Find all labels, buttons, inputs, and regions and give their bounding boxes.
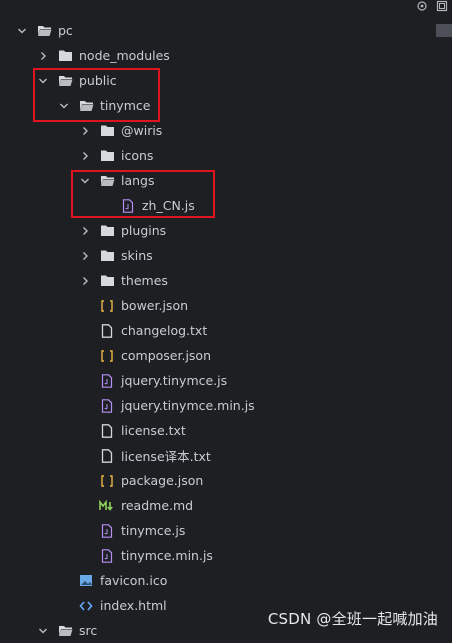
text-file-icon	[99, 423, 115, 439]
locate-icon[interactable]	[416, 0, 428, 12]
folder-row-pc[interactable]: pc	[0, 18, 452, 43]
chevron-right-icon[interactable]	[79, 125, 91, 137]
folder-row-node-modules[interactable]: node_modules	[0, 43, 452, 68]
folder-row-skins[interactable]: skins	[0, 243, 452, 268]
tree-item-label: src	[79, 623, 98, 638]
tree-item-label: favicon.ico	[100, 573, 168, 588]
file-row-license-txt[interactable]: license.txt	[0, 418, 452, 443]
tree-item-label: themes	[121, 273, 168, 288]
js-file-icon	[99, 548, 115, 564]
file-row-zh-cn-js[interactable]: zh_CN.js	[0, 193, 452, 218]
markdown-file-icon	[99, 498, 115, 514]
file-row-license-txt[interactable]: license译本.txt	[0, 443, 452, 468]
tree-item-label: icons	[121, 148, 154, 163]
folder-icon	[99, 223, 115, 239]
json-file-icon	[99, 348, 115, 364]
tree-item-label: package.json	[121, 473, 204, 488]
file-row-composer-json[interactable]: composer.json	[0, 343, 452, 368]
tree-item-label: plugins	[121, 223, 167, 238]
tree-item-label: node_modules	[79, 48, 170, 63]
folder-row-plugins[interactable]: plugins	[0, 218, 452, 243]
chevron-right-icon[interactable]	[79, 225, 91, 237]
explorer-toolbar	[416, 0, 452, 14]
folder-row-langs[interactable]: langs	[0, 168, 452, 193]
file-row-favicon-ico[interactable]: favicon.ico	[0, 568, 452, 593]
folder-icon	[99, 273, 115, 289]
collapse-icon[interactable]	[436, 0, 448, 12]
tree-item-label: tinymce.min.js	[121, 548, 213, 563]
file-row-bower-json[interactable]: bower.json	[0, 293, 452, 318]
highlight-public-tinymce	[33, 68, 160, 122]
file-row-tinymce-min-js[interactable]: tinymce.min.js	[0, 543, 452, 568]
watermark: CSDN @全班一起喊加油	[267, 610, 438, 628]
tree-item-label: changelog.txt	[121, 323, 208, 338]
folder-icon	[99, 123, 115, 139]
image-file-icon	[78, 573, 94, 589]
file-row-tinymce-js[interactable]: tinymce.js	[0, 518, 452, 543]
folder-row-themes[interactable]: themes	[0, 268, 452, 293]
tree-item-label: tinymce.js	[121, 523, 186, 538]
tree-item-label: @wiris	[121, 123, 163, 138]
folder-row-icons[interactable]: icons	[0, 143, 452, 168]
folder-icon	[57, 48, 73, 64]
tree-item-label: bower.json	[121, 298, 189, 313]
chevron-right-icon[interactable]	[79, 250, 91, 262]
highlight-langs	[71, 170, 215, 218]
tree-item-label: skins	[121, 248, 153, 263]
folder-open-icon	[57, 623, 73, 639]
folder-icon	[99, 148, 115, 164]
file-row-package-json[interactable]: package.json	[0, 468, 452, 493]
folder-icon	[99, 248, 115, 264]
tree-item-label: license.txt	[121, 423, 186, 438]
json-file-icon	[99, 298, 115, 314]
file-row-readme-md[interactable]: readme.md	[0, 493, 452, 518]
tree-item-label: jquery.tinymce.js	[121, 373, 228, 388]
folder-open-icon	[36, 23, 52, 39]
js-file-icon	[99, 523, 115, 539]
tree-item-label: composer.json	[121, 348, 212, 363]
chevron-right-icon[interactable]	[79, 275, 91, 287]
chevron-right-icon[interactable]	[37, 50, 49, 62]
tree-item-label: license译本.txt	[121, 449, 211, 464]
chevron-right-icon[interactable]	[79, 150, 91, 162]
text-file-icon	[99, 323, 115, 339]
chevron-down-icon[interactable]	[37, 625, 49, 637]
json-file-icon	[99, 473, 115, 489]
tree-item-label: readme.md	[121, 498, 194, 513]
file-row-jquery-tinymce-min-js[interactable]: jquery.tinymce.min.js	[0, 393, 452, 418]
tree-item-label: pc	[58, 23, 73, 38]
tree-item-label: jquery.tinymce.min.js	[121, 398, 255, 413]
js-file-icon	[99, 398, 115, 414]
chevron-down-icon[interactable]	[16, 25, 28, 37]
file-row-jquery-tinymce-js[interactable]: jquery.tinymce.js	[0, 368, 452, 393]
html-file-icon	[78, 598, 94, 614]
text-file-icon	[99, 448, 115, 464]
js-file-icon	[99, 373, 115, 389]
tree-item-label: index.html	[100, 598, 167, 613]
file-row-changelog-txt[interactable]: changelog.txt	[0, 318, 452, 343]
